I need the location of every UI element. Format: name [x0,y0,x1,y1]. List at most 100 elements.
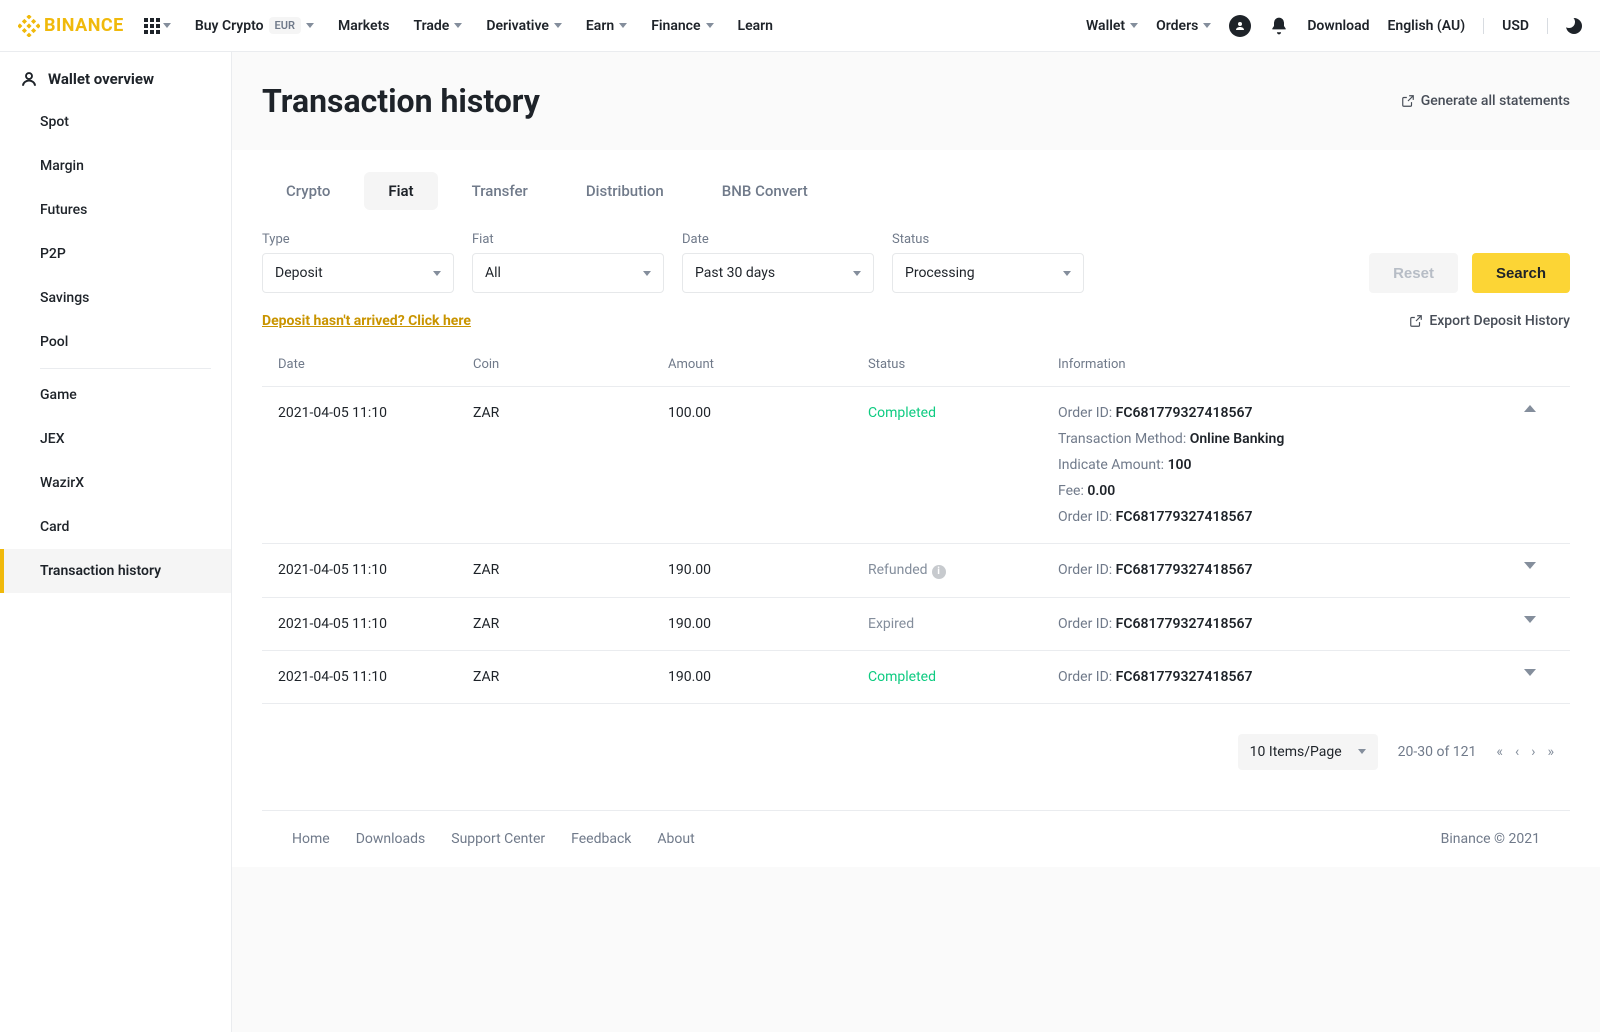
info-value: FC681779327418567 [1116,562,1253,578]
bell-icon[interactable] [1269,16,1289,36]
sidebar-item-transaction-history[interactable]: Transaction history [0,549,231,593]
col-amount: Amount [668,357,868,372]
nav-markets[interactable]: Markets [338,18,390,34]
nav-label: Trade [413,18,449,34]
nav-wallet[interactable]: Wallet [1086,18,1138,34]
page-header: Transaction history Generate all stateme… [232,52,1600,150]
status-select[interactable]: Processing [892,253,1084,293]
cell-information: Order ID: FC681779327418567 [1058,562,1524,578]
cell-coin: ZAR [473,669,668,685]
sidebar-item-pool[interactable]: Pool [0,320,231,364]
info-value: FC681779327418567 [1116,509,1253,525]
cell-date: 2021-04-05 11:10 [278,405,473,421]
chevron-down-icon [433,271,441,276]
reset-button[interactable]: Reset [1369,253,1458,293]
cell-coin: ZAR [473,405,668,421]
nav-trade[interactable]: Trade [413,18,462,34]
deposit-help-link[interactable]: Deposit hasn't arrived? Click here [262,313,471,329]
nav-orders[interactable]: Orders [1156,18,1211,34]
nav-label: Markets [338,18,390,34]
col-status: Status [868,357,1058,372]
info-value: FC681779327418567 [1116,669,1253,685]
binance-logo-icon [18,15,40,37]
nav-buy-crypto[interactable]: Buy CryptoEUR [195,17,314,34]
sidebar-item-spot[interactable]: Spot [0,100,231,144]
page-size-select[interactable]: 10 Items/Page [1238,734,1378,770]
cell-status: Refundedi [868,562,1058,579]
footer-links: Home Downloads Support Center Feedback A… [292,831,695,847]
sidebar-item-wazirx[interactable]: WazirX [0,461,231,505]
tab-bnb-convert[interactable]: BNB Convert [698,172,832,210]
nav-right: Wallet Orders Download English (AU) USD [1086,15,1582,37]
nav-learn[interactable]: Learn [738,18,773,34]
chevron-down-icon [554,23,562,28]
footer-link-support[interactable]: Support Center [451,831,545,847]
search-button[interactable]: Search [1472,253,1570,293]
type-select[interactable]: Deposit [262,253,454,293]
nav-derivative[interactable]: Derivative [486,18,562,34]
footer-link-downloads[interactable]: Downloads [356,831,426,847]
nav-label: English (AU) [1387,18,1465,34]
filter-label: Date [682,232,874,247]
sidebar-item-margin[interactable]: Margin [0,144,231,188]
sidebar-item-savings[interactable]: Savings [0,276,231,320]
col-date: Date [278,357,473,372]
sidebar-item-card[interactable]: Card [0,505,231,549]
collapse-icon[interactable] [1524,405,1536,412]
nav-label: Download [1307,18,1369,34]
tab-fiat[interactable]: Fiat [364,172,437,210]
first-page-icon[interactable]: « [1496,744,1503,760]
sidebar: Wallet overview Spot Margin Futures P2P … [0,52,232,1032]
export-history-link[interactable]: Export Deposit History [1409,313,1570,329]
nav-download[interactable]: Download [1307,18,1369,34]
info-label: Indicate Amount: [1058,457,1164,473]
select-value: Deposit [275,265,323,281]
sidebar-item-label: Savings [40,290,89,306]
tab-crypto[interactable]: Crypto [262,172,354,210]
fiat-select[interactable]: All [472,253,664,293]
sidebar-item-p2p[interactable]: P2P [0,232,231,276]
sidebar-item-futures[interactable]: Futures [0,188,231,232]
brand-logo[interactable]: BINANCE [18,15,124,37]
grid-icon [144,18,160,34]
expand-icon[interactable] [1524,616,1536,623]
expand-icon[interactable] [1524,669,1536,676]
footer-link-home[interactable]: Home [292,831,330,847]
sidebar-item-game[interactable]: Game [0,373,231,417]
generate-statements-link[interactable]: Generate all statements [1401,93,1570,109]
date-select[interactable]: Past 30 days [682,253,874,293]
filter-type: Type Deposit [262,232,454,293]
pager-range: 20-30 of 121 [1398,744,1477,760]
info-icon[interactable]: i [932,565,946,579]
cell-information: Order ID: FC681779327418567 [1058,616,1524,632]
tab-distribution[interactable]: Distribution [562,172,688,210]
sidebar-item-label: Card [40,519,69,535]
nav-left: Buy CryptoEUR Markets Trade Derivative E… [144,17,773,34]
info-label: Order ID: [1058,405,1112,421]
prev-page-icon[interactable]: ‹ [1515,744,1519,760]
chevron-down-icon [853,271,861,276]
nav-finance[interactable]: Finance [651,18,713,34]
theme-toggle-icon[interactable] [1566,18,1582,34]
nav-earn[interactable]: Earn [586,18,627,34]
cell-coin: ZAR [473,616,668,632]
sidebar-item-label: Spot [40,114,69,130]
sidebar-header[interactable]: Wallet overview [0,70,231,100]
last-page-icon[interactable]: » [1547,744,1554,760]
next-page-icon[interactable]: › [1531,744,1535,760]
main-content: Transaction history Generate all stateme… [232,52,1600,1032]
nav-label: Learn [738,18,773,34]
footer-link-feedback[interactable]: Feedback [571,831,631,847]
currency-pill: EUR [269,17,301,34]
sidebar-item-jex[interactable]: JEX [0,417,231,461]
expand-icon[interactable] [1524,562,1536,569]
tab-label: Crypto [286,182,330,200]
footer-link-about[interactable]: About [657,831,694,847]
user-icon [20,70,38,88]
nav-language[interactable]: English (AU) [1387,18,1465,34]
apps-menu[interactable] [144,18,171,34]
cell-amount: 190.00 [668,562,868,578]
nav-currency[interactable]: USD [1502,18,1529,34]
tab-transfer[interactable]: Transfer [448,172,552,210]
user-avatar-icon[interactable] [1229,15,1251,37]
